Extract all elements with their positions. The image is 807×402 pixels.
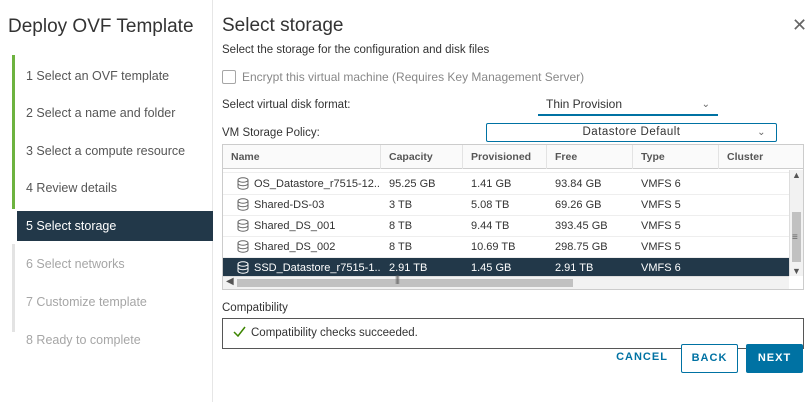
back-button[interactable]: BACK [681, 344, 738, 373]
row-free: 298.75 GB [555, 241, 608, 253]
row-name: Shared-DS-03 [254, 199, 325, 211]
datastore-icon [237, 260, 249, 274]
wizard-step-select-ovf-template[interactable]: 1 Select an OVF template [12, 61, 213, 91]
page-subtitle: Select the storage for the configuration… [222, 44, 490, 56]
wizard-step-review-details[interactable]: 4 Review details [12, 173, 213, 203]
datastore-icon [237, 176, 249, 190]
row-cluster [719, 174, 789, 195]
row-capacity: 2.91 TB [389, 262, 428, 274]
row-capacity: 3 TB [389, 199, 413, 211]
column-header-cluster[interactable]: Cluster [719, 145, 803, 169]
storage-policy-label: VM Storage Policy: [222, 127, 320, 139]
table-row[interactable]: Shared_DS_001 8 TB 9.44 TB 393.45 GB VMF… [223, 216, 789, 237]
row-type: VMFS 6 [641, 262, 681, 274]
wizard-step-select-name-folder[interactable]: 2 Select a name and folder [12, 98, 213, 128]
row-free: 393.45 GB [555, 220, 608, 232]
grid-row-partial [223, 170, 789, 173]
row-capacity: 8 TB [389, 220, 413, 232]
encrypt-vm-option[interactable]: Encrypt this virtual machine (Requires K… [222, 70, 584, 84]
row-cluster [719, 237, 789, 258]
row-capacity: 95.25 GB [389, 178, 436, 190]
compatibility-label: Compatibility [222, 302, 288, 314]
storage-policy-value: Datastore Default [582, 126, 681, 138]
compatibility-message: Compatibility checks succeeded. [251, 327, 418, 339]
wizard-sidebar: Deploy OVF Template 1 Select an OVF temp… [0, 0, 213, 402]
column-header-provisioned[interactable]: Provisioned [463, 145, 547, 169]
column-header-capacity[interactable]: Capacity [381, 145, 463, 169]
datastore-icon [237, 239, 249, 253]
scroll-left-icon[interactable]: ◀ [226, 276, 234, 287]
cancel-button[interactable]: CANCEL [611, 344, 673, 373]
column-header-type[interactable]: Type [633, 145, 719, 169]
page-title: Select storage [222, 15, 344, 36]
close-icon[interactable]: ✕ [792, 16, 807, 34]
row-free: 2.91 TB [555, 262, 594, 274]
row-provisioned: 9.44 TB [471, 220, 510, 232]
storage-policy-select[interactable]: Datastore Default ⌄ [486, 123, 777, 142]
row-provisioned: 10.69 TB [471, 241, 516, 253]
wizard-title: Deploy OVF Template [8, 16, 194, 37]
wizard-step-ready-to-complete: 8 Ready to complete [26, 333, 141, 347]
row-provisioned: 1.45 GB [471, 262, 512, 274]
encrypt-vm-label: Encrypt this virtual machine (Requires K… [242, 70, 585, 84]
wizard-step-select-networks: 6 Select networks [26, 257, 125, 271]
column-header-free[interactable]: Free [547, 145, 633, 169]
row-free: 93.84 GB [555, 178, 602, 190]
row-name: OS_Datastore_r7515-12... [254, 178, 381, 190]
datastore-icon [237, 218, 249, 232]
grip-icon: ||| [395, 274, 400, 284]
table-row[interactable]: Shared_DS_002 8 TB 10.69 TB 298.75 GB VM… [223, 237, 789, 258]
row-name: Shared_DS_001 [254, 220, 336, 232]
scroll-up-icon[interactable]: ▲ [792, 170, 801, 180]
scrollbar-thumb[interactable] [237, 279, 573, 287]
row-cluster [719, 195, 789, 216]
chevron-down-icon: ⌄ [701, 99, 710, 110]
column-header-name[interactable]: Name [223, 145, 381, 169]
grid-header: Name Capacity Provisioned Free Type Clus… [223, 145, 803, 169]
wizard-step-select-compute-resource[interactable]: 3 Select a compute resource [12, 136, 213, 166]
grid-vertical-scrollbar[interactable]: ▲ ≡ ▼ [789, 170, 803, 276]
row-type: VMFS 6 [641, 178, 681, 190]
row-type: VMFS 5 [641, 199, 681, 211]
datastore-grid: Name Capacity Provisioned Free Type Clus… [222, 144, 804, 290]
row-provisioned: 1.41 GB [471, 178, 512, 190]
row-provisioned: 5.08 TB [471, 199, 510, 211]
datastore-icon [237, 197, 249, 211]
row-name: Shared_DS_002 [254, 241, 336, 253]
row-type: VMFS 5 [641, 220, 681, 232]
grid-body: OS_Datastore_r7515-12... 95.25 GB 1.41 G… [223, 170, 789, 276]
row-cluster [719, 216, 789, 237]
disk-format-select[interactable]: Thin Provision ⌄ [538, 95, 718, 116]
encrypt-vm-checkbox[interactable] [222, 70, 236, 84]
table-row[interactable]: OS_Datastore_r7515-12... 95.25 GB 1.41 G… [223, 174, 789, 195]
wizard-step-select-storage[interactable]: 5 Select storage [17, 211, 213, 241]
grip-icon: ≡ [792, 232, 798, 243]
row-cluster [719, 258, 789, 276]
scroll-down-icon[interactable]: ▼ [792, 266, 801, 276]
grid-horizontal-scrollbar[interactable]: ◀ ||| [223, 274, 789, 289]
table-row[interactable]: Shared-DS-03 3 TB 5.08 TB 69.26 GB VMFS … [223, 195, 789, 216]
check-icon [233, 327, 246, 338]
row-free: 69.26 GB [555, 199, 602, 211]
next-button[interactable]: NEXT [746, 344, 803, 373]
disk-format-label: Select virtual disk format: [222, 99, 351, 111]
table-row-selected[interactable]: SSD_Datastore_r7515-1... 2.91 TB 1.45 GB… [223, 258, 789, 276]
row-capacity: 8 TB [389, 241, 413, 253]
disk-format-value: Thin Provision [546, 97, 623, 111]
row-name: SSD_Datastore_r7515-1... [254, 262, 381, 274]
wizard-step-customize-template: 7 Customize template [26, 295, 147, 309]
chevron-down-icon: ⌄ [757, 127, 766, 138]
row-type: VMFS 5 [641, 241, 681, 253]
